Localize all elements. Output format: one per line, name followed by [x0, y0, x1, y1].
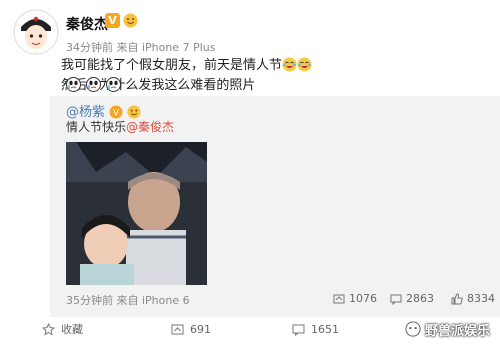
post-meta: 34分钟前 来自 iPhone 7 Plus: [66, 39, 216, 55]
post-text-part1: 我可能找了个假女朋友，前天是情人节: [61, 58, 283, 73]
repost-icon: [333, 294, 345, 303]
comment-count: 1651: [311, 322, 339, 336]
post-body: 我可能找了个假女朋友，前天是情人节然后...为什么发我这么难看的照片: [61, 56, 491, 96]
cry-emoji-icon: [106, 77, 122, 92]
repost-photo[interactable]: [66, 142, 207, 285]
cry-emoji-icon: [86, 77, 102, 92]
repost-source: 来自 iPhone 6: [116, 294, 190, 307]
wechat-icon: [405, 321, 421, 337]
repost-repost-count: 1076: [349, 292, 377, 305]
verified-badge-icon: V: [105, 13, 120, 28]
repost-like-count: 8334: [467, 292, 495, 305]
star-icon: [42, 322, 55, 336]
thumbs-up-icon: [451, 292, 463, 304]
repost-icon: [171, 324, 184, 334]
laugh-cry-emoji-icon: [282, 57, 297, 72]
repost-comment-stat[interactable]: 2863: [390, 292, 434, 305]
post-source: 来自 iPhone 7 Plus: [116, 41, 216, 54]
favorite-button[interactable]: 收藏: [42, 320, 83, 338]
repost-time: 35分钟前: [66, 294, 113, 307]
author-avatar[interactable]: [13, 9, 59, 55]
repost-mention-link[interactable]: @秦俊杰: [126, 120, 174, 134]
repost-repost-stat[interactable]: 1076: [333, 292, 377, 305]
laugh-cry-emoji-icon: [297, 57, 312, 72]
repost-meta: 35分钟前 来自 iPhone 6: [66, 292, 190, 308]
comment-icon: [390, 294, 402, 305]
member-icon: [123, 13, 138, 28]
badge-icon: V: [109, 105, 123, 119]
repost-count: 691: [190, 322, 211, 336]
comment-icon: [292, 324, 305, 336]
repost-text-body: 情人节快乐: [66, 120, 127, 134]
repost-like-stat[interactable]: 8334: [451, 292, 495, 305]
comment-button[interactable]: 1651: [292, 320, 339, 338]
favorite-label: 收藏: [61, 323, 83, 336]
repost-comment-count: 2863: [406, 292, 434, 305]
repost-text: 情人节快乐@秦俊杰: [66, 118, 174, 135]
selfie-photo-image: [66, 142, 207, 285]
svg-text:V: V: [113, 107, 119, 117]
post-time: 34分钟前: [66, 41, 113, 54]
member-icon: [127, 105, 141, 119]
watermark: 野兽派娱乐: [405, 318, 490, 340]
post-author-name[interactable]: 秦俊杰: [66, 14, 108, 34]
cry-emoji-icon: [66, 77, 81, 92]
watermark-text: 野兽派娱乐: [425, 323, 491, 339]
avatar-cartoon-icon: [13, 9, 59, 55]
emoji-row: [66, 74, 122, 92]
repost-button[interactable]: 691: [171, 320, 211, 338]
